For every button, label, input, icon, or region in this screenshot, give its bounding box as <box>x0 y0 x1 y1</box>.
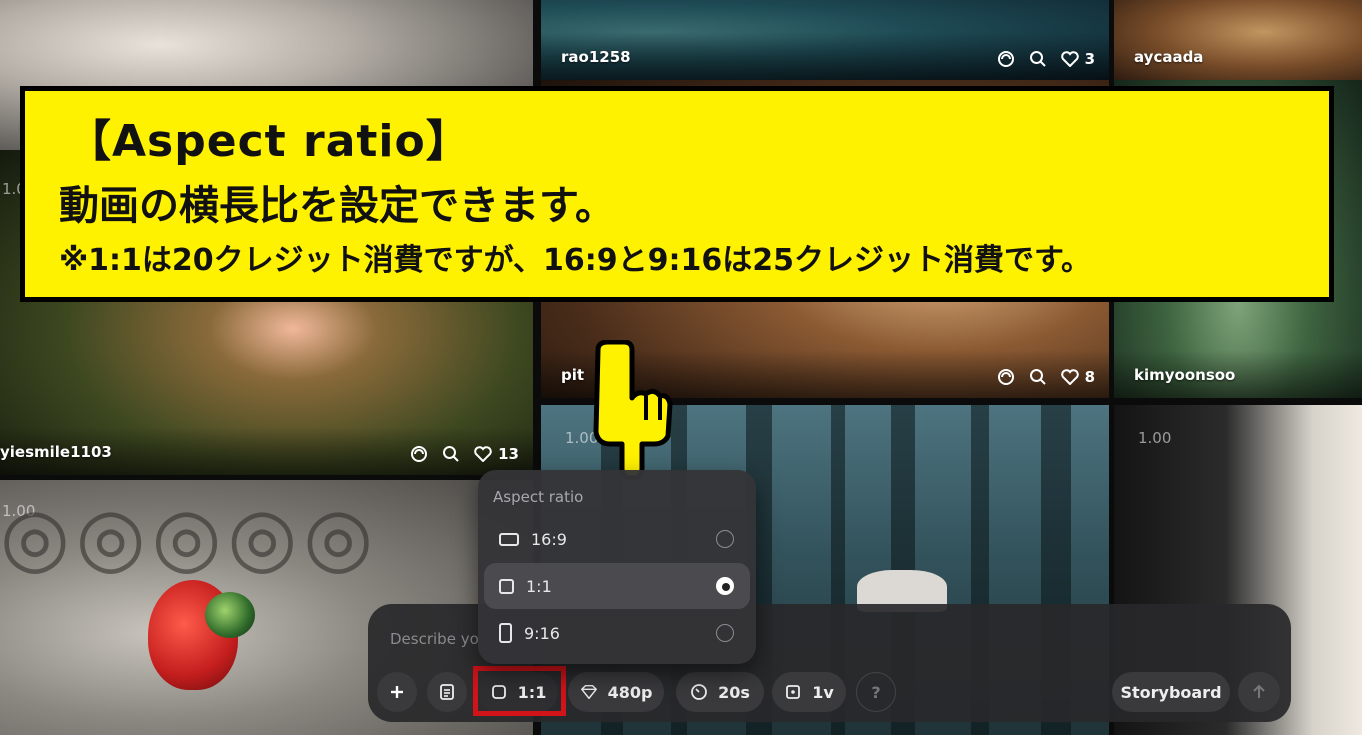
submit-button[interactable] <box>1238 672 1280 712</box>
tile-username[interactable]: aycaada <box>1134 48 1203 66</box>
portrait-icon <box>499 623 512 643</box>
heart-icon <box>474 446 492 462</box>
aspect-option-16-9[interactable]: 16:9 <box>484 516 750 562</box>
variation-icon <box>786 685 801 699</box>
variations-button[interactable]: 1v <box>772 672 846 712</box>
prompt-input[interactable]: Describe yo <box>390 630 479 648</box>
landscape-icon <box>499 532 519 546</box>
remix-icon[interactable] <box>997 368 1015 386</box>
menu-title: Aspect ratio <box>493 488 584 506</box>
like-button[interactable]: 3 <box>1060 50 1095 68</box>
aspect-option-9-16[interactable]: 9:16 <box>484 610 750 656</box>
arrow-up-icon <box>1253 684 1265 698</box>
heart-icon <box>1060 51 1079 67</box>
callout-title: 【Aspect ratio】 <box>67 116 471 167</box>
tile-score: 1.00 <box>1138 429 1172 447</box>
tutorial-callout: 【Aspect ratio】 動画の横長比を設定できます。 ※1:1は20クレジ… <box>20 86 1334 302</box>
option-label: 16:9 <box>531 529 567 549</box>
remix-icon[interactable] <box>410 445 428 463</box>
clock-icon <box>691 684 707 700</box>
resolution-value: 480p <box>607 682 653 702</box>
storyboard-button[interactable]: Storyboard <box>1112 672 1230 712</box>
callout-subtitle: 動画の横長比を設定できます。 <box>59 183 615 229</box>
plus-icon <box>391 686 403 698</box>
option-label: 9:16 <box>524 623 560 643</box>
square-icon <box>499 578 514 594</box>
tile-username[interactable]: yiesmile1103 <box>0 443 112 461</box>
help-button[interactable]: ? <box>856 672 896 712</box>
feed-tile-craft[interactable]: aycaada <box>1114 0 1362 80</box>
remix-icon[interactable] <box>997 50 1015 68</box>
diamond-icon <box>580 684 597 700</box>
resolution-button[interactable]: 480p <box>568 672 664 712</box>
heart-icon <box>1060 369 1079 385</box>
aspect-ratio-highlight <box>473 666 566 716</box>
tile-username[interactable]: kimyoonsoo <box>1134 366 1235 384</box>
beetle-head <box>205 592 255 638</box>
tile-actions: 8 <box>997 368 1095 386</box>
option-radio[interactable] <box>716 530 734 548</box>
like-count: 13 <box>498 445 519 463</box>
option-radio-selected[interactable] <box>716 577 734 595</box>
callout-note: ※1:1は20クレジット消費ですが、16:9と9:16は25クレジット消費です。 <box>59 243 1092 278</box>
like-button[interactable]: 13 <box>474 445 519 463</box>
pointing-hand-icon <box>593 340 673 480</box>
duration-value: 20s <box>718 682 750 702</box>
aspect-option-1-1[interactable]: 1:1 <box>484 563 750 609</box>
option-radio[interactable] <box>716 624 734 642</box>
like-button[interactable]: 8 <box>1060 368 1095 386</box>
variations-value: 1v <box>812 682 834 702</box>
preset-button[interactable] <box>427 672 467 712</box>
tile-actions: 13 <box>410 445 519 463</box>
feed-tile-reef[interactable]: rao1258 3 <box>541 0 1109 80</box>
option-label: 1:1 <box>526 576 552 596</box>
search-icon[interactable] <box>1029 368 1047 386</box>
like-count: 8 <box>1084 368 1095 386</box>
search-icon[interactable] <box>442 445 460 463</box>
tile-actions: 3 <box>997 50 1095 68</box>
doc-icon <box>440 684 454 700</box>
duration-button[interactable]: 20s <box>676 672 764 712</box>
aspect-ratio-menu: Aspect ratio 16:9 1:1 9:16 <box>478 470 756 664</box>
stone-carving: ◎◎◎◎◎ <box>0 490 380 583</box>
like-count: 3 <box>1084 50 1095 68</box>
add-media-button[interactable] <box>377 672 417 712</box>
tile-username[interactable]: rao1258 <box>561 48 631 66</box>
search-icon[interactable] <box>1029 50 1047 68</box>
